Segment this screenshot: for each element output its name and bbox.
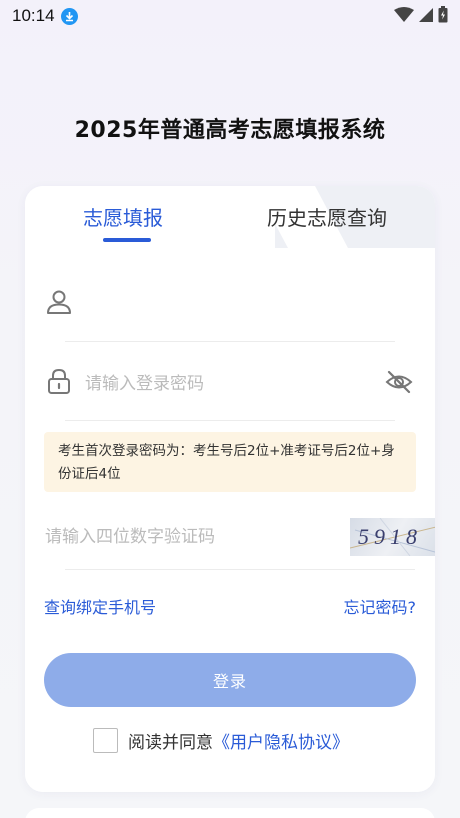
captcha-input[interactable]: 请输入四位数字验证码 bbox=[45, 522, 215, 547]
captcha-code: 5918 bbox=[358, 524, 422, 549]
status-time: 10:14 bbox=[12, 6, 55, 25]
status-bar: 10:14 bbox=[0, 0, 460, 32]
password-field[interactable]: 请输入登录密码 bbox=[48, 343, 413, 421]
agreement-row: 阅读并同意 《用户隐私协议》 bbox=[93, 727, 349, 753]
tab-apply[interactable]: 志愿填报 bbox=[83, 202, 163, 231]
eye-off-icon[interactable] bbox=[385, 370, 413, 398]
password-input[interactable]: 请输入登录密码 bbox=[85, 369, 204, 394]
login-card: 志愿填报 历史志愿查询 请输入登录密码 考生首次登录密码为：考生号后2位+准考证… bbox=[25, 186, 435, 792]
user-icon bbox=[45, 288, 73, 320]
password-hint: 考生首次登录密码为：考生号后2位+准考证号后2位+身份证后4位 bbox=[44, 432, 416, 492]
captcha-field[interactable]: 请输入四位数字验证码 5918 bbox=[45, 492, 435, 570]
page-title: 2025年普通高考志愿填报系统 bbox=[74, 118, 386, 143]
tab-history-query[interactable]: 历史志愿查询 bbox=[267, 202, 387, 231]
captcha-image[interactable]: 5918 bbox=[350, 518, 435, 556]
bind-phone-query-link[interactable]: 查询绑定手机号 bbox=[44, 594, 156, 618]
login-button[interactable]: 登录 bbox=[44, 653, 416, 707]
agree-checkbox[interactable] bbox=[93, 727, 118, 753]
battery-icon bbox=[438, 6, 448, 23]
wifi-icon bbox=[394, 6, 414, 22]
lock-icon bbox=[45, 367, 73, 399]
download-icon bbox=[60, 7, 78, 25]
username-field[interactable] bbox=[47, 264, 395, 342]
forgot-password-link[interactable]: 忘记密码? bbox=[344, 594, 417, 618]
active-tab-indicator bbox=[103, 238, 151, 242]
privacy-agreement-link[interactable]: 《用户隐私协议》 bbox=[213, 728, 349, 753]
agree-label: 阅读并同意 bbox=[128, 732, 213, 753]
signal-icon bbox=[419, 7, 433, 22]
next-card bbox=[25, 808, 435, 818]
